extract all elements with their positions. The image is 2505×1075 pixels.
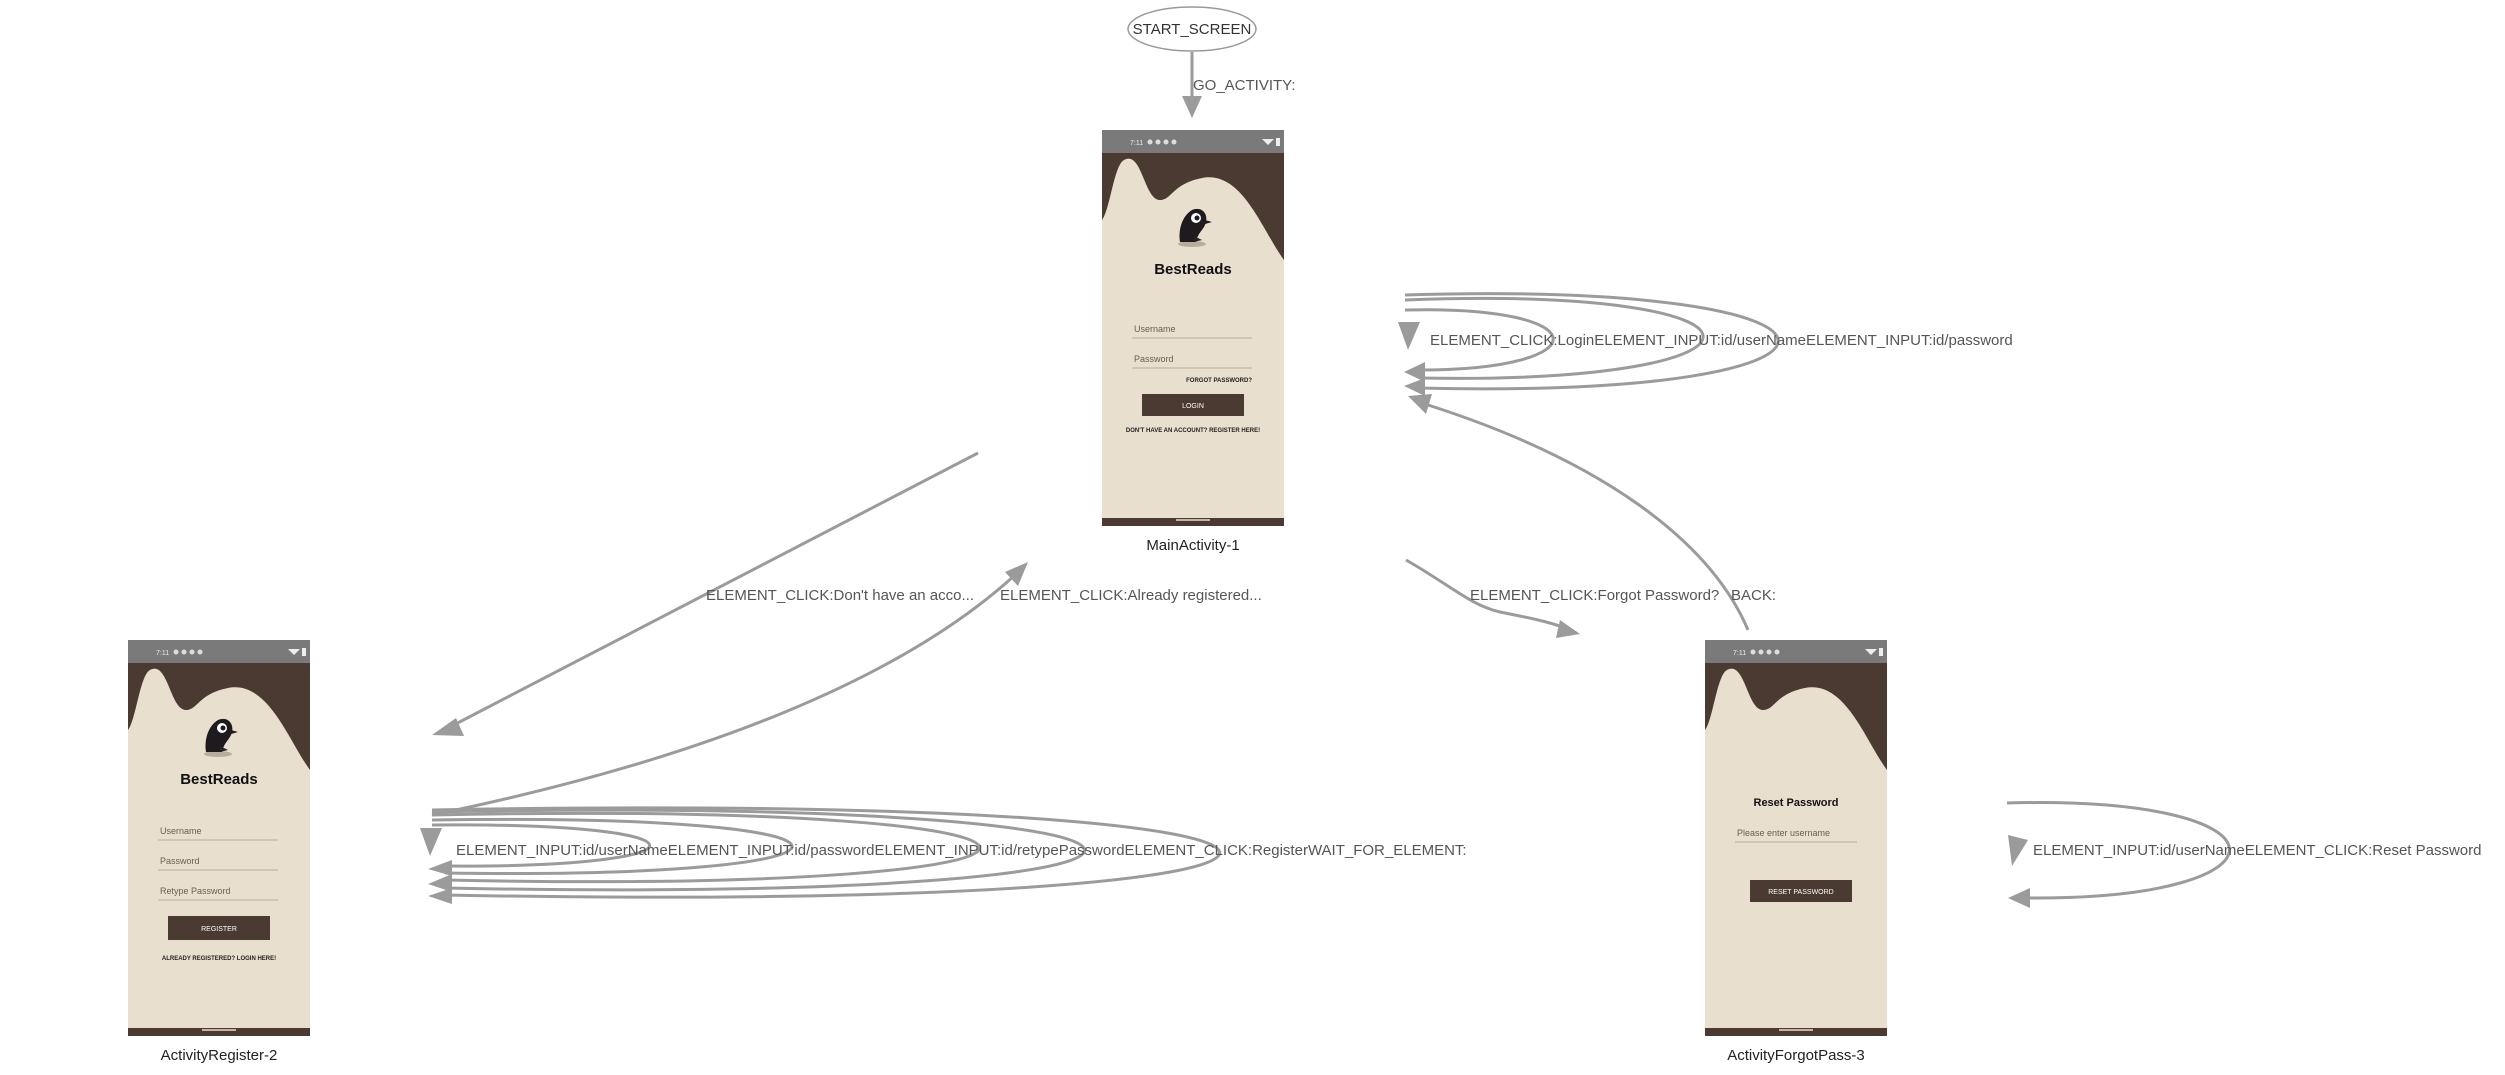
- register-button-label: REGISTER: [201, 926, 237, 933]
- edge-main-to-register: ELEMENT_CLICK:Don't have an acco...: [432, 451, 979, 736]
- edge-forgot-self-loops: ELEMENT_INPUT:id/userNameELEMENT_CLICK:R…: [2006, 801, 2481, 908]
- app-title: BestReads: [180, 771, 258, 788]
- status-time: 7:11: [1130, 140, 1143, 147]
- forgot-password-link[interactable]: FORGOT PASSWORD?: [1186, 378, 1252, 384]
- start-node: START_SCREEN: [1127, 6, 1257, 52]
- password-field[interactable]: Password: [1134, 354, 1174, 364]
- screen-caption-main: MainActivity-1: [1146, 537, 1239, 554]
- username-field[interactable]: Please enter username: [1737, 828, 1830, 838]
- password-field[interactable]: Password: [160, 856, 200, 866]
- login-button-label: LOGIN: [1182, 403, 1204, 410]
- nav-bar: [1102, 518, 1284, 526]
- screen-register: 7:11 BestReads Username Password Retype …: [128, 640, 310, 1036]
- edge-label-main-to-forgot: ELEMENT_CLICK:Forgot Password?: [1470, 587, 1719, 604]
- start-node-label: START_SCREEN: [1133, 21, 1252, 38]
- nav-bar: [128, 1028, 310, 1036]
- screen-caption-register: ActivityRegister-2: [161, 1047, 278, 1064]
- reset-button-label: RESET PASSWORD: [1768, 889, 1833, 896]
- edge-label-register-self-loops: ELEMENT_INPUT:id/userNameELEMENT_INPUT:i…: [456, 842, 1467, 859]
- username-field[interactable]: Username: [160, 826, 202, 836]
- status-time: 7:11: [1733, 650, 1746, 657]
- username-field[interactable]: Username: [1134, 324, 1176, 334]
- edge-main-to-forgot: ELEMENT_CLICK:Forgot Password?: [1405, 558, 1719, 638]
- edge-label-forgot-back: BACK:: [1731, 587, 1776, 604]
- app-title: BestReads: [1154, 261, 1232, 278]
- edge-label-go-activity: GO_ACTIVITY:: [1193, 77, 1296, 94]
- edge-go-activity: GO_ACTIVITY:: [1182, 52, 1296, 118]
- edge-register-self-loops: ELEMENT_INPUT:id/userNameELEMENT_INPUT:i…: [420, 806, 1467, 904]
- screen-forgot-password: 7:11 Reset Password Please enter usernam…: [1705, 640, 1887, 1036]
- screen-main-activity: 7:11 BestReads Username Password FORGOT …: [1102, 130, 1284, 526]
- nav-bar: [1705, 1028, 1887, 1036]
- battery-icon: [1879, 648, 1883, 656]
- edge-label-main-to-register: ELEMENT_CLICK:Don't have an acco...: [706, 587, 974, 604]
- edge-label-register-to-main: ELEMENT_CLICK:Already registered...: [1000, 587, 1262, 604]
- login-link[interactable]: ALREADY REGISTERED? LOGIN HERE!: [162, 956, 276, 962]
- battery-icon: [302, 648, 306, 656]
- state-transition-graph: START_SCREEN GO_ACTIVITY: ELEMENT_CLICK:…: [128, 6, 2481, 1064]
- battery-icon: [1276, 138, 1280, 146]
- retype-password-field[interactable]: Retype Password: [160, 886, 231, 896]
- status-time: 7:11: [156, 650, 169, 657]
- edge-main-self-loops: ELEMENT_CLICK:LoginELEMENT_INPUT:id/user…: [1398, 292, 2013, 396]
- edge-label-main-self-loops: ELEMENT_CLICK:LoginELEMENT_INPUT:id/user…: [1430, 332, 2013, 349]
- screen-caption-forgot: ActivityForgotPass-3: [1727, 1047, 1865, 1064]
- register-link[interactable]: DON'T HAVE AN ACCOUNT? REGISTER HERE!: [1126, 428, 1260, 434]
- reset-title: Reset Password: [1754, 797, 1839, 809]
- edge-label-forgot-self-loops: ELEMENT_INPUT:id/userNameELEMENT_CLICK:R…: [2033, 842, 2481, 859]
